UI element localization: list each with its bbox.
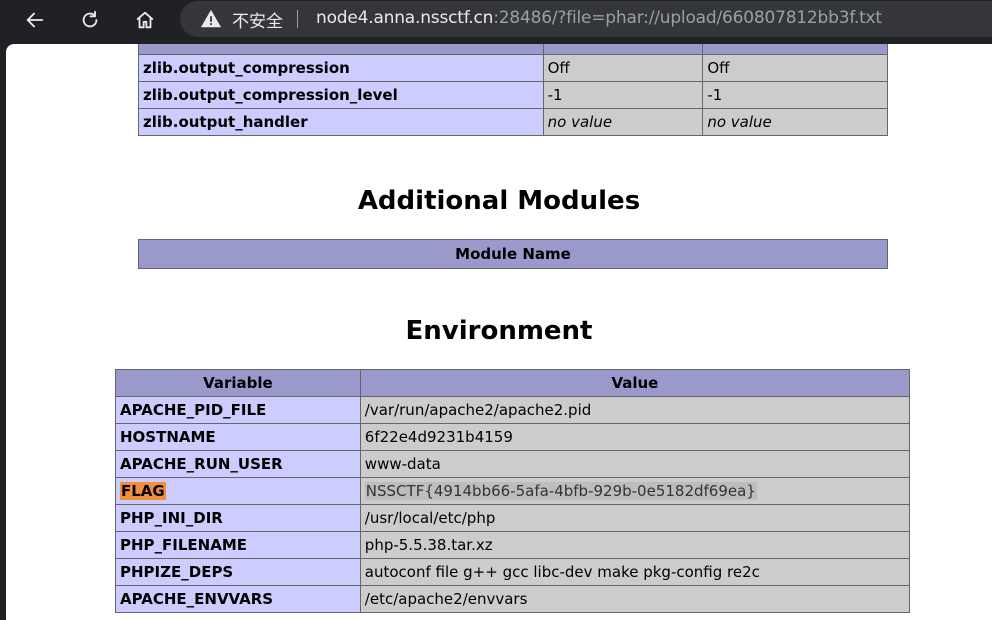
table-header-cell — [138, 44, 544, 55]
table-header-cell — [702, 44, 888, 55]
omnibox-divider — [297, 10, 298, 28]
table-row: zlib.output_handler no value no value — [138, 108, 888, 136]
env-variable-name: PHPIZE_DEPS — [115, 558, 361, 586]
url-host: node4.anna.nssctf.cn — [316, 8, 494, 28]
variable-header: Variable — [115, 369, 361, 397]
env-variable-name: HOSTNAME — [115, 423, 361, 451]
table-row: APACHE_PID_FILE /var/run/apache2/apache2… — [115, 396, 911, 424]
env-variable-name: PHP_INI_DIR — [115, 504, 361, 532]
directive-name: zlib.output_handler — [138, 108, 544, 136]
table-row: zlib.output_compression Off Off — [138, 54, 888, 82]
module-name-header: Module Name — [138, 239, 888, 269]
page-viewport[interactable]: zlib.output_compression Off Off zlib.out… — [6, 44, 992, 620]
local-value: no value — [542, 108, 704, 136]
back-arrow-icon — [26, 12, 44, 28]
additional-modules-heading: Additional Modules — [357, 186, 641, 216]
value-header: Value — [359, 369, 911, 397]
browser-toolbar: 不安全 node4.anna.nssctf.cn:28486/?file=pha… — [0, 0, 992, 40]
master-value: Off — [702, 54, 888, 82]
home-icon — [136, 11, 154, 29]
env-variable-value: autoconf file g++ gcc libc-dev make pkg-… — [359, 558, 911, 586]
table-row-flag: FLAG NSSCTF{4914bb66-5afa-4bfb-929b-0e51… — [115, 477, 911, 505]
master-value: no value — [702, 108, 888, 136]
env-variable-name: APACHE_ENVVARS — [115, 585, 361, 613]
table-row: APACHE_RUN_USER www-data — [115, 450, 911, 478]
env-variable-value: /usr/local/etc/php — [359, 504, 911, 532]
table-header-row — [138, 44, 888, 55]
home-button[interactable] — [129, 4, 161, 36]
no-value-text: no value — [547, 113, 613, 131]
reload-button[interactable] — [74, 4, 106, 36]
back-button[interactable] — [19, 4, 51, 36]
flag-key-highlight[interactable]: FLAG — [120, 482, 166, 500]
master-value: -1 — [702, 81, 888, 109]
warning-icon[interactable] — [200, 8, 222, 30]
table-header-row: Variable Value — [115, 369, 911, 397]
environment-table: Variable Value APACHE_PID_FILE /var/run/… — [115, 369, 911, 613]
table-row: PHP_INI_DIR /usr/local/etc/php — [115, 504, 911, 532]
table-header-cell — [542, 44, 704, 55]
table-row: PHP_FILENAME php-5.5.38.tar.xz — [115, 531, 911, 559]
zlib-directives-table: zlib.output_compression Off Off zlib.out… — [138, 44, 888, 136]
env-variable-value: 6f22e4d9231b4159 — [359, 423, 911, 451]
env-variable-value: php-5.5.38.tar.xz — [359, 531, 911, 559]
env-variable-value: /etc/apache2/envvars — [359, 585, 911, 613]
reload-icon — [82, 10, 98, 28]
env-variable-value: NSSCTF{4914bb66-5afa-4bfb-929b-0e5182df6… — [359, 477, 911, 505]
url-text[interactable]: node4.anna.nssctf.cn:28486/?file=phar://… — [316, 8, 882, 28]
table-row: APACHE_ENVVARS /etc/apache2/envvars — [115, 585, 911, 613]
directive-name: zlib.output_compression_level — [138, 81, 544, 109]
table-row: PHPIZE_DEPS autoconf file g++ gcc libc-d… — [115, 558, 911, 586]
local-value: Off — [542, 54, 704, 82]
table-row: HOSTNAME 6f22e4d9231b4159 — [115, 423, 911, 451]
url-path: :28486/?file=phar://upload/660807812bb3f… — [493, 8, 882, 28]
directive-name: zlib.output_compression — [138, 54, 544, 82]
env-variable-value: /var/run/apache2/apache2.pid — [359, 396, 911, 424]
flag-value-highlight[interactable]: NSSCTF{4914bb66-5afa-4bfb-929b-0e5182df6… — [364, 482, 757, 500]
security-status-label[interactable]: 不安全 — [232, 7, 283, 32]
env-variable-name: APACHE_PID_FILE — [115, 396, 361, 424]
local-value: -1 — [542, 81, 704, 109]
env-variable-name: PHP_FILENAME — [115, 531, 361, 559]
table-row: zlib.output_compression_level -1 -1 — [138, 81, 888, 109]
additional-modules-table: Module Name — [138, 239, 888, 269]
table-header-row: Module Name — [138, 239, 888, 269]
environment-heading: Environment — [405, 316, 593, 346]
no-value-text: no value — [707, 113, 772, 131]
env-variable-name: FLAG — [115, 477, 361, 505]
address-bar[interactable]: 不安全 node4.anna.nssctf.cn:28486/?file=pha… — [180, 1, 992, 37]
env-variable-name: APACHE_RUN_USER — [115, 450, 361, 478]
env-variable-value: www-data — [359, 450, 911, 478]
